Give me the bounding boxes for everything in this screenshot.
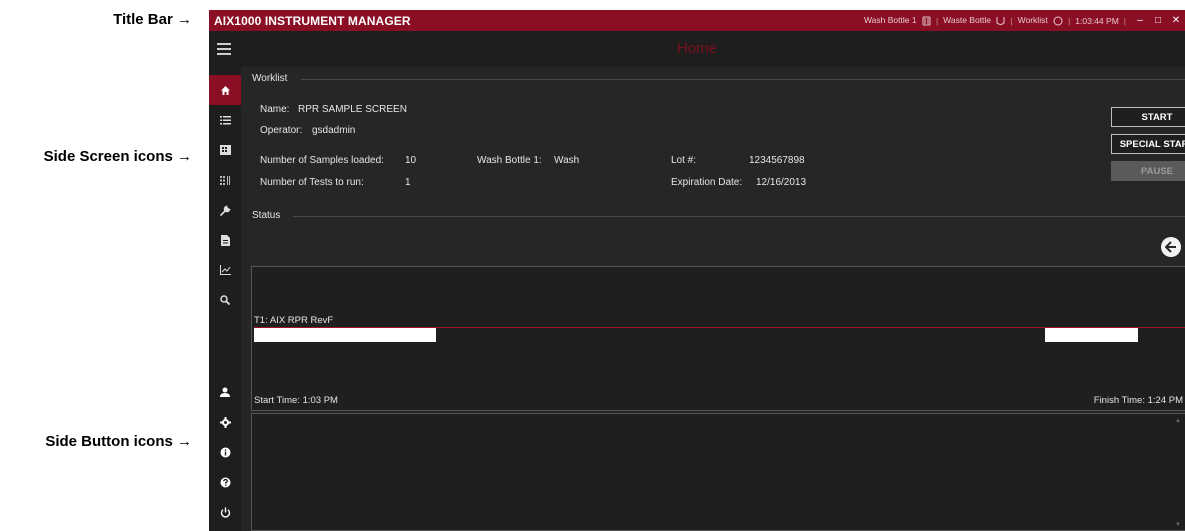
progress-segment-end	[1045, 328, 1138, 342]
progress-segment-start	[254, 328, 436, 342]
separator: |	[1068, 15, 1071, 26]
sidebar-item-info[interactable]	[209, 437, 241, 467]
status-section-label: Status	[252, 210, 281, 221]
sidebar-item-settings[interactable]	[209, 407, 241, 437]
back-button[interactable]	[1161, 237, 1181, 257]
sidebar-item-reports[interactable]	[209, 225, 241, 255]
annotation-title-bar: Title Bar →	[113, 11, 192, 28]
worklist-status-icon	[1053, 16, 1063, 26]
plate-icon	[219, 145, 231, 155]
hamburger-menu-icon[interactable]	[217, 43, 231, 58]
report-icon	[220, 234, 230, 246]
scroll-down-icon[interactable]: ▼	[1175, 522, 1181, 528]
home-icon	[220, 85, 230, 95]
name-value: RPR SAMPLE SCREEN	[298, 104, 407, 115]
expiration-value: 12/16/2013	[756, 177, 807, 188]
separator: |	[1010, 15, 1013, 26]
operator-value: gsdadmin	[312, 125, 356, 136]
search-icon	[220, 295, 230, 305]
status-log-panel[interactable]: ▲ ▼	[251, 413, 1185, 531]
waste-bottle-status[interactable]: Waste Bottle	[943, 15, 1005, 26]
settings-icon	[219, 416, 231, 428]
scroll-up-icon[interactable]: ▲	[1175, 418, 1181, 424]
sidebar	[209, 31, 241, 531]
page-header: Home	[209, 31, 1185, 67]
finish-time-label: Finish Time: 1:24 PM	[1093, 395, 1183, 406]
sidebar-item-samples[interactable]	[209, 165, 241, 195]
screenshot-page: Title Bar → Side Screen icons → Side But…	[0, 0, 1185, 531]
operator-label: Operator:	[260, 125, 303, 136]
sidebar-item-help[interactable]	[209, 467, 241, 497]
instrument-manager-window: AIX1000 INSTRUMENT MANAGER Wash Bottle 1…	[209, 10, 1185, 531]
name-label: Name:	[260, 104, 290, 115]
help-icon	[220, 477, 230, 487]
wrench-icon	[219, 205, 230, 216]
status-section-divider	[293, 216, 1185, 217]
lot-value: 1234567898	[749, 155, 805, 166]
separator: |	[1123, 15, 1126, 26]
wash-bottle-icon	[922, 16, 931, 26]
worklist-status[interactable]: Worklist	[1018, 15, 1063, 26]
waste-bottle-icon	[996, 16, 1005, 25]
start-button[interactable]: START	[1111, 107, 1185, 127]
title-bar-status: Wash Bottle 1 | Waste Bottle | Worklist …	[864, 10, 1185, 31]
separator: |	[935, 15, 939, 26]
worklist-section-divider	[301, 79, 1185, 80]
wash-bottle-value: Wash	[554, 155, 580, 166]
start-time-label: Start Time: 1:03 PM	[254, 395, 338, 406]
minimize-button[interactable]: –	[1131, 15, 1149, 26]
special-start-button[interactable]: SPECIAL START	[1111, 134, 1185, 154]
lot-label: Lot #:	[671, 155, 697, 166]
wash-bottle-label: Wash Bottle 1:	[477, 155, 542, 166]
page-title: Home	[676, 40, 717, 57]
title-bar: AIX1000 INSTRUMENT MANAGER Wash Bottle 1…	[209, 10, 1185, 31]
sidebar-item-user[interactable]	[209, 377, 241, 407]
worklist-icon	[219, 115, 231, 124]
close-button[interactable]: ✕	[1167, 15, 1185, 26]
tests-to-run-value: 1	[405, 177, 411, 188]
waste-bottle-label: Waste Bottle	[943, 15, 992, 26]
sidebar-item-power[interactable]	[209, 497, 241, 527]
arrow-left-icon	[1165, 241, 1176, 253]
wash-bottle-label: Wash Bottle 1	[863, 15, 917, 26]
test-name-label: T1: AIX RPR RevF	[254, 315, 334, 326]
pause-button[interactable]: PAUSE	[1111, 161, 1185, 181]
tests-to-run-label: Number of Tests to run:	[260, 177, 364, 188]
sidebar-item-plate[interactable]	[209, 135, 241, 165]
samples-loaded-label: Number of Samples loaded:	[260, 155, 384, 166]
annotation-side-button-icons: Side Button icons →	[45, 433, 192, 450]
sidebar-item-home[interactable]	[209, 75, 241, 105]
worklist-label: Worklist	[1017, 15, 1048, 26]
sidebar-item-search[interactable]	[209, 285, 241, 315]
annotation-side-screen-icons: Side Screen icons →	[43, 148, 192, 165]
expiration-label: Expiration Date:	[671, 177, 743, 188]
clock: 1:03:44 PM	[1075, 15, 1119, 26]
samples-icon	[219, 175, 230, 185]
sidebar-item-maintenance[interactable]	[209, 195, 241, 225]
info-icon	[220, 447, 230, 457]
main-content: Worklist Name: RPR SAMPLE SCREEN Operato…	[241, 67, 1185, 531]
samples-loaded-value: 10	[405, 155, 417, 166]
sidebar-item-charts[interactable]	[209, 255, 241, 285]
status-timeline-panel: T1: AIX RPR RevF Start Time: 1:03 PM Fin…	[251, 266, 1185, 411]
user-icon	[220, 387, 230, 397]
chart-icon	[219, 265, 231, 275]
sidebar-item-worklist[interactable]	[209, 105, 241, 135]
maximize-button[interactable]: □	[1149, 15, 1167, 26]
app-title: AIX1000 INSTRUMENT MANAGER	[214, 13, 411, 28]
power-icon	[220, 507, 230, 518]
worklist-section-label: Worklist	[252, 73, 288, 84]
wash-bottle-status[interactable]: Wash Bottle 1	[864, 15, 931, 26]
